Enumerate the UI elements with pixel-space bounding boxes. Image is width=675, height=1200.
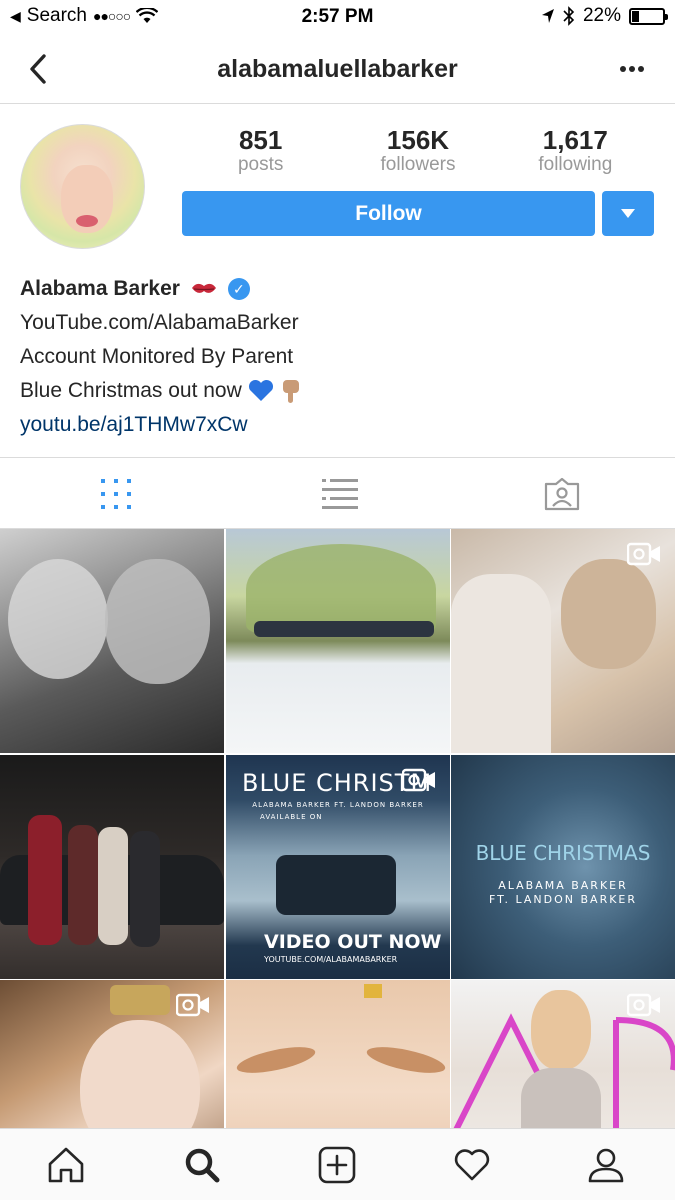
bio-line-release: Blue Christmas out now (20, 374, 650, 408)
post-thumbnail[interactable] (451, 529, 675, 753)
avatar-lips (76, 215, 98, 227)
search-icon[interactable] (182, 1145, 222, 1185)
profile-nav-bar: alabamaluellabarker (0, 34, 675, 104)
photo-person (130, 831, 160, 947)
photo-dog (561, 559, 656, 669)
location-arrow-icon (541, 9, 554, 23)
photo-group-row (254, 621, 434, 637)
photo-figure (531, 990, 591, 1070)
photo-glitter (364, 984, 382, 998)
heart-activity-icon[interactable] (452, 1145, 492, 1185)
post-artist-text: ALABAMA BARKER (498, 879, 628, 892)
photo-figure (105, 559, 210, 684)
grid-view-icon[interactable] (96, 476, 136, 512)
bio-line-youtube: YouTube.com/AlabamaBarker (20, 311, 299, 334)
posts-count: 851 (238, 125, 283, 155)
followers-label: followers (380, 154, 456, 175)
profile-avatar[interactable] (20, 124, 145, 249)
more-options-icon[interactable] (619, 54, 645, 84)
following-stat[interactable]: 1,617 following (497, 126, 654, 178)
posts-label: posts (237, 154, 284, 175)
home-icon[interactable] (46, 1145, 86, 1185)
post-available-text: AVAILABLE ON (260, 813, 323, 821)
post-thumbnail[interactable]: BLUE CHRISTM ALABAMA BARKER FT. LANDON B… (226, 755, 450, 979)
bottom-tab-bar (0, 1128, 675, 1200)
list-view-icon[interactable] (320, 476, 360, 512)
photo-drum-kit (276, 855, 396, 915)
post-thumbnail[interactable] (226, 529, 450, 753)
verified-badge-icon: ✓ (227, 278, 250, 300)
display-name: Alabama Barker (20, 277, 180, 300)
battery-level (632, 10, 639, 22)
blue-heart-icon (248, 379, 273, 401)
photo-figure (8, 559, 108, 679)
video-icon (176, 993, 209, 1017)
video-icon (402, 768, 435, 792)
following-label: following (538, 154, 613, 175)
post-thumbnail[interactable]: BLUE CHRISTMAS ALABAMA BARKER FT. LANDON… (451, 755, 675, 979)
new-post-icon[interactable] (317, 1145, 357, 1185)
video-icon (627, 993, 660, 1017)
bluetooth-icon (563, 6, 575, 26)
photo-person (68, 825, 98, 945)
profile-view-tabs (0, 457, 675, 529)
battery-icon (629, 7, 668, 25)
status-bar: ◀ Search ●●○○○ 2:57 PM 22% (0, 0, 675, 34)
bio-link[interactable]: youtu.be/aj1THMw7xCw (20, 408, 650, 442)
followers-stat[interactable]: 156K followers (339, 126, 496, 178)
posts-stat[interactable]: 851 posts (182, 126, 339, 178)
photo-person-red (28, 815, 62, 945)
followers-count: 156K (386, 125, 450, 155)
bio-line-monitored: Account Monitored By Parent (20, 345, 294, 368)
follow-button[interactable]: Follow (182, 191, 595, 236)
tagged-photos-icon[interactable] (542, 476, 582, 512)
posts-grid: BLUE CHRISTM ALABAMA BARKER FT. LANDON B… (0, 529, 675, 1200)
profile-stats: 851 posts 156K followers 1,617 following (182, 126, 654, 178)
photo-person (98, 827, 128, 945)
profile-bio: Alabama Barker ✓ YouTube.com/AlabamaBark… (20, 272, 650, 442)
pointing-down-icon (282, 380, 299, 403)
bio-name-row: Alabama Barker ✓ (20, 272, 650, 306)
post-title-text: BLUE CHRISTMAS (475, 841, 651, 865)
profile-icon[interactable] (586, 1145, 626, 1185)
post-thumbnail[interactable] (0, 755, 224, 979)
photo-eyebrow (364, 1041, 448, 1079)
photo-bow (110, 985, 170, 1015)
username-title: alabamaluellabarker (217, 55, 458, 83)
suggested-accounts-dropdown-button[interactable] (602, 191, 654, 236)
post-subtitle-text: ALABAMA BARKER FT. LANDON BARKER (252, 801, 424, 809)
battery-percent: 22% (582, 5, 621, 26)
chevron-down-icon (621, 209, 635, 218)
post-featuring-text: FT. LANDON BARKER (488, 893, 638, 906)
post-thumbnail[interactable] (0, 529, 224, 753)
following-count: 1,617 (542, 125, 608, 155)
post-cta-text: VIDEO OUT NOW (264, 931, 442, 953)
photo-eyebrow (234, 1041, 318, 1079)
post-url-text: YOUTUBE.COM/ALABAMABARKER (264, 955, 398, 964)
video-icon (627, 542, 660, 566)
kiss-mark-icon (191, 283, 216, 293)
bio-release-text: Blue Christmas out now (20, 379, 242, 402)
photo-figure (451, 574, 551, 753)
